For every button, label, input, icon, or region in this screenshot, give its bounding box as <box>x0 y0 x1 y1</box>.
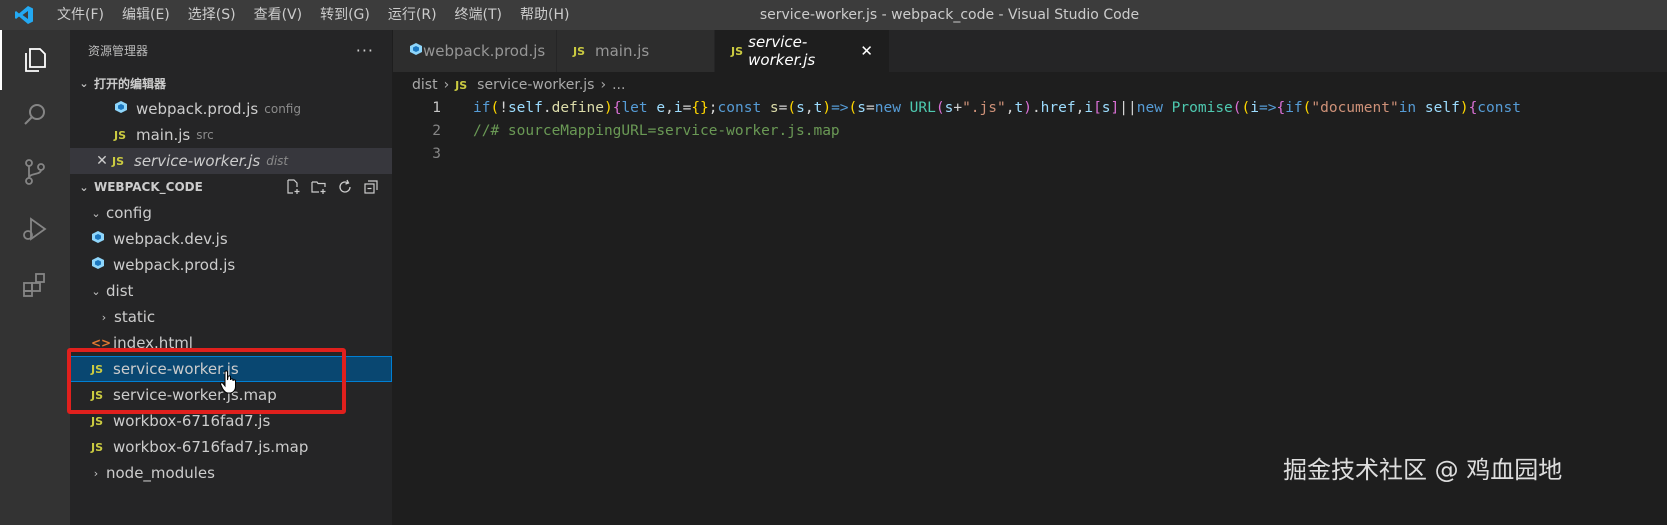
open-editor-name: main.js <box>136 126 191 144</box>
tree-folder[interactable]: › node_modules <box>70 460 392 486</box>
extensions-icon[interactable] <box>0 255 70 315</box>
project-actions <box>284 178 392 196</box>
tree-item-label: config <box>106 204 152 222</box>
js-file-icon: JS <box>573 44 586 58</box>
tab-service-worker[interactable]: JS service-worker.js ✕ <box>715 30 890 72</box>
title-bar: 文件(F) 编辑(E) 选择(S) 查看(V) 转到(G) 运行(R) 终端(T… <box>0 0 1667 30</box>
js-file-icon: JS <box>455 78 468 92</box>
chevron-right-icon: › <box>443 77 450 93</box>
explorer-title: 资源管理器 <box>88 43 149 58</box>
webpack-file-icon <box>114 100 136 118</box>
tree-item-label: webpack.dev.js <box>113 230 228 248</box>
open-editor-name: webpack.prod.js <box>136 100 259 118</box>
tree-item-label: workbox-6716fad7.js <box>113 412 271 430</box>
new-file-icon[interactable] <box>284 178 302 196</box>
hand-cursor-icon <box>220 370 238 398</box>
breadcrumb: dist › JS service-worker.js › ... <box>412 74 625 96</box>
code-line: 1 if(!self.define){let e,i={};const s=(s… <box>393 96 1667 119</box>
source-control-icon[interactable] <box>0 142 70 202</box>
line-number: 3 <box>432 145 441 162</box>
open-editor-desc: src <box>196 128 214 142</box>
menu-edit[interactable]: 编辑(E) <box>113 0 179 30</box>
webpack-file-icon <box>91 256 113 274</box>
tab-webpack-prod[interactable]: webpack.prod.js <box>393 30 557 72</box>
more-actions-button[interactable]: ··· <box>356 41 374 60</box>
explorer-icon[interactable] <box>0 30 70 90</box>
menu-terminal[interactable]: 终端(T) <box>446 0 511 30</box>
new-folder-icon[interactable] <box>310 178 328 196</box>
project-header[interactable]: ⌄ WEBPACK_CODE <box>70 174 392 200</box>
menu-go[interactable]: 转到(G) <box>311 0 379 30</box>
tree-item-label: node_modules <box>106 464 215 482</box>
code-line: 2 //# sourceMappingURL=service-worker.js… <box>393 119 1667 142</box>
open-editors-label: 打开的编辑器 <box>94 76 167 91</box>
chevron-down-icon: ⌄ <box>79 76 89 90</box>
vscode-logo-icon[interactable] <box>0 0 48 30</box>
menu-help[interactable]: 帮助(H) <box>511 0 578 30</box>
menu-file[interactable]: 文件(F) <box>48 0 113 30</box>
code-line: 3 <box>393 142 1667 165</box>
js-file-icon: JS <box>114 128 127 142</box>
tree-file[interactable]: webpack.prod.js <box>70 252 392 278</box>
open-editor-name: service-worker.js <box>134 152 261 170</box>
tree-file[interactable]: webpack.dev.js <box>70 226 392 252</box>
breadcrumb-file[interactable]: service-worker.js <box>477 77 594 93</box>
code-editor[interactable]: 1 if(!self.define){let e,i={};const s=(s… <box>393 96 1667 165</box>
open-editor-desc: dist <box>266 154 289 168</box>
open-editor-item[interactable]: JS main.js src <box>70 122 392 148</box>
menu-selection[interactable]: 选择(S) <box>179 0 245 30</box>
tab-label: main.js <box>595 42 650 60</box>
tree-folder[interactable]: › static <box>70 304 392 330</box>
close-tab-icon[interactable]: ✕ <box>860 42 873 60</box>
webpack-file-icon <box>91 230 113 248</box>
refresh-icon[interactable] <box>336 178 354 196</box>
chevron-down-icon: ⌄ <box>91 206 101 220</box>
chevron-right-icon: › <box>600 77 607 93</box>
tree-item-label: webpack.prod.js <box>113 256 236 274</box>
menu-bar: 文件(F) 编辑(E) 选择(S) 查看(V) 转到(G) 运行(R) 终端(T… <box>48 0 578 30</box>
js-file-icon: JS <box>91 440 104 454</box>
line-number: 1 <box>432 99 441 116</box>
tree-file[interactable]: JS workbox-6716fad7.js.map <box>70 434 392 460</box>
watermark-text: 掘金技术社区 @ 鸡血园地 <box>1283 456 1563 484</box>
js-file-icon: JS <box>112 154 125 168</box>
explorer-sidebar: 资源管理器 ··· ⌄ 打开的编辑器 webpack.prod.js confi… <box>70 30 393 525</box>
open-editor-item[interactable]: webpack.prod.js config <box>70 96 392 122</box>
close-icon[interactable]: ✕ <box>92 153 112 169</box>
breadcrumb-more[interactable]: ... <box>612 77 625 93</box>
webpack-file-icon <box>409 42 423 60</box>
explorer-header: 资源管理器 ··· <box>70 30 392 70</box>
tree-item-label: static <box>114 308 156 326</box>
tree-folder[interactable]: ⌄ config <box>70 200 392 226</box>
activity-bar <box>0 30 70 525</box>
code-line-2: //# sourceMappingURL=service-worker.js.m… <box>473 122 840 139</box>
tree-item-label: workbox-6716fad7.js.map <box>113 438 309 456</box>
tab-label: webpack.prod.js <box>423 42 546 60</box>
tree-item-label: dist <box>106 282 134 300</box>
js-file-icon: JS <box>91 414 104 428</box>
open-editor-desc: config <box>264 102 301 116</box>
breadcrumb-folder[interactable]: dist <box>412 77 438 93</box>
run-debug-icon[interactable] <box>0 199 70 259</box>
js-file-icon: JS <box>731 44 744 58</box>
line-number: 2 <box>432 122 441 139</box>
menu-view[interactable]: 查看(V) <box>245 0 312 30</box>
chevron-right-icon: › <box>93 466 99 480</box>
chevron-down-icon: ⌄ <box>91 284 101 298</box>
tree-folder[interactable]: ⌄ dist <box>70 278 392 304</box>
editor-tabs: webpack.prod.js JS main.js JS service-wo… <box>393 30 1667 72</box>
open-editors-header[interactable]: ⌄ 打开的编辑器 <box>70 70 392 96</box>
search-icon[interactable] <box>0 85 70 145</box>
tab-main-js[interactable]: JS main.js <box>557 30 715 72</box>
menu-run[interactable]: 运行(R) <box>379 0 446 30</box>
chevron-right-icon: › <box>101 310 107 324</box>
collapse-all-icon[interactable] <box>362 178 380 196</box>
code-line-1: if(!self.define){let e,i={};const s=(s,t… <box>473 99 1521 116</box>
open-editor-item-active[interactable]: ✕ JS service-worker.js dist <box>70 148 392 174</box>
chevron-down-icon: ⌄ <box>79 180 89 194</box>
tab-label: service-worker.js <box>748 33 816 69</box>
project-label: WEBPACK_CODE <box>94 180 203 194</box>
highlight-annotation-box <box>67 348 346 414</box>
